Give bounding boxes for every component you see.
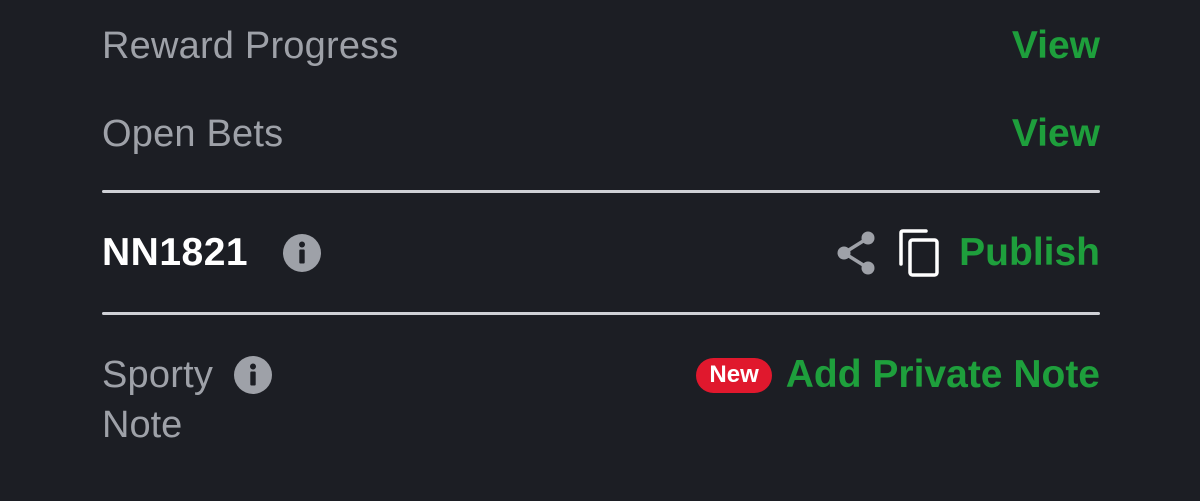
open-bets-label: Open Bets (102, 112, 284, 155)
copy-icon[interactable] (897, 228, 941, 278)
open-bets-view-link[interactable]: View (1012, 112, 1100, 156)
sporty-note-title-line: Sporty (102, 344, 273, 406)
add-private-note-link[interactable]: Add Private Note (786, 353, 1100, 397)
open-bets-row: Open Bets View (102, 106, 1100, 162)
add-note-group: New Add Private Note (696, 344, 1100, 406)
sporty-note-row: Sporty Note New Add Private Note (102, 344, 1100, 446)
publish-button[interactable]: Publish (959, 231, 1100, 275)
info-icon[interactable] (282, 233, 322, 273)
booking-code: NN1821 (102, 231, 249, 274)
divider (102, 312, 1100, 315)
new-badge: New (696, 357, 772, 393)
booking-actions: Publish (835, 228, 1100, 278)
reward-progress-label: Reward Progress (102, 24, 399, 67)
bet-details-panel: Reward Progress View Open Bets View NN18… (102, 0, 1100, 501)
info-icon[interactable] (233, 355, 273, 395)
booking-code-row: NN1821 Publish (102, 222, 1100, 284)
sporty-note-label-group: Sporty Note (102, 344, 273, 447)
sporty-note-label: Sporty (102, 353, 214, 396)
share-icon[interactable] (835, 230, 877, 276)
reward-progress-row: Reward Progress View (102, 18, 1100, 74)
divider (102, 190, 1100, 193)
reward-progress-view-link[interactable]: View (1012, 24, 1100, 68)
sporty-note-label-second-line: Note (102, 404, 183, 446)
booking-code-group: NN1821 (102, 231, 322, 275)
